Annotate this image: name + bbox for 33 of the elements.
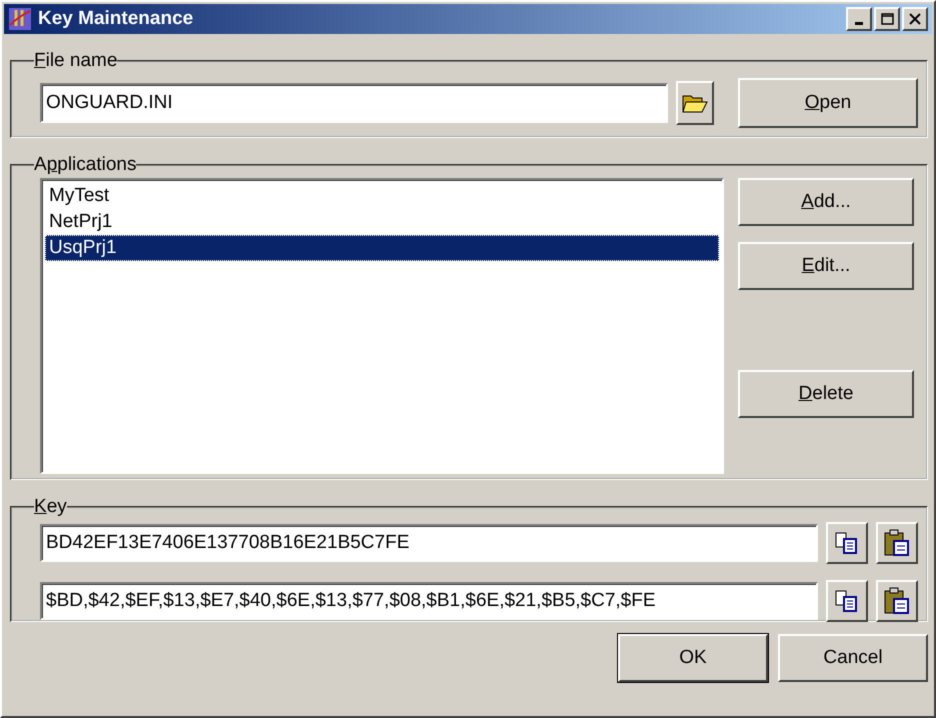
paste-icon bbox=[883, 529, 911, 557]
close-button[interactable] bbox=[902, 7, 928, 31]
minimize-icon bbox=[855, 22, 863, 24]
key-field[interactable]: $BD,$42,$EF,$13,$E7,$40,$6E,$13,$77,$08,$B1,$6E,$21,$B5,$C7,$FE bbox=[40, 582, 818, 620]
list-item[interactable]: UsqPrj1 bbox=[45, 235, 719, 261]
window-title: Key Maintenance bbox=[38, 8, 194, 30]
maximize-button[interactable] bbox=[874, 7, 900, 31]
list-item[interactable]: MyTest bbox=[45, 183, 719, 209]
list-item[interactable]: NetPrj1 bbox=[45, 209, 719, 235]
open-button[interactable]: Open bbox=[738, 78, 918, 128]
paste-button[interactable] bbox=[876, 580, 918, 622]
dialog-button[interactable]: Cancel bbox=[778, 634, 928, 682]
group-label: File name bbox=[34, 50, 118, 72]
browse-button[interactable] bbox=[676, 81, 714, 125]
maximize-icon bbox=[880, 13, 894, 25]
app-icon bbox=[8, 7, 32, 31]
close-icon bbox=[909, 13, 921, 25]
group-label: Applications bbox=[34, 154, 136, 176]
copy-icon bbox=[834, 589, 860, 613]
group-label: Key bbox=[34, 496, 67, 518]
action-button[interactable]: Edit... bbox=[738, 242, 914, 290]
paste-icon bbox=[883, 587, 911, 615]
dialog-button[interactable]: OK bbox=[618, 634, 768, 682]
file-name-field[interactable]: ONGUARD.INI bbox=[40, 83, 668, 123]
copy-icon bbox=[834, 531, 860, 555]
key-field[interactable]: BD42EF13E7406E137708B16E21B5C7FE bbox=[40, 524, 818, 562]
action-button[interactable]: Delete bbox=[738, 370, 914, 418]
copy-button[interactable] bbox=[826, 580, 868, 622]
applications-list[interactable]: MyTest NetPrj1 UsqPrj1 bbox=[40, 178, 724, 474]
action-button[interactable]: Add... bbox=[738, 178, 914, 226]
minimize-button[interactable] bbox=[846, 7, 872, 31]
copy-button[interactable] bbox=[826, 522, 868, 564]
paste-button[interactable] bbox=[876, 522, 918, 564]
